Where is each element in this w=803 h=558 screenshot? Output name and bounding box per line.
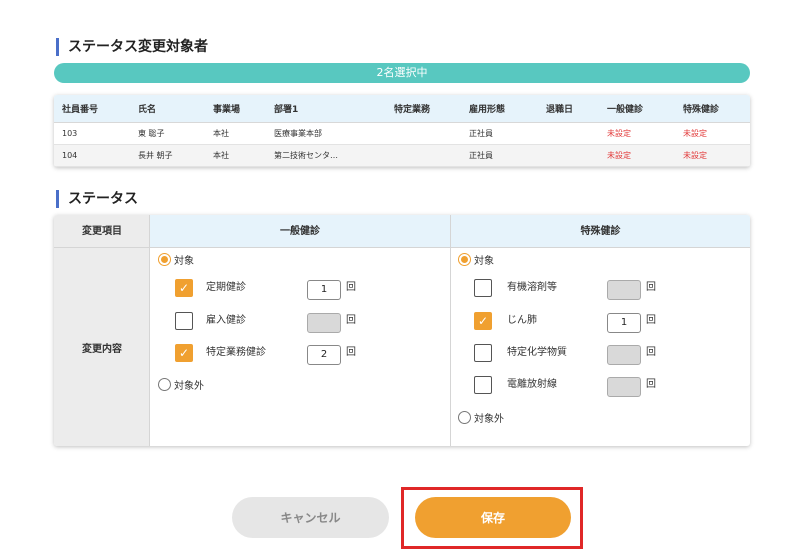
col-header[interactable]: 部署1 <box>266 102 386 115</box>
general-target-radio[interactable]: 対象 <box>158 252 194 267</box>
header-change-item: 変更項目 <box>54 215 150 248</box>
col-header[interactable]: 社員番号 <box>54 102 130 115</box>
checkbox-hiring-checkup[interactable] <box>175 312 193 330</box>
cell-employee-id: 104 <box>62 151 78 160</box>
unit-label: 回 <box>646 347 656 358</box>
count-input-organic-solvents <box>607 280 641 300</box>
col-header[interactable]: 雇用形態 <box>461 102 538 115</box>
count-input-specific-work-checkup[interactable]: 2 <box>307 345 341 365</box>
label-hiring-checkup: 雇入健診 <box>206 315 246 326</box>
label-regular-checkup: 定期健診 <box>206 282 246 293</box>
general-target-label: 対象 <box>174 256 194 267</box>
header-general-checkup: 一般健診 <box>150 215 450 248</box>
col-header[interactable]: 事業場 <box>205 102 266 115</box>
unit-label: 回 <box>346 315 356 326</box>
save-button[interactable]: 保存 <box>415 497 571 538</box>
checkbox-specific-work-checkup[interactable]: ✓ <box>175 344 193 362</box>
radio-unselected-icon <box>158 378 171 391</box>
col-header[interactable]: 特定業務 <box>386 102 461 115</box>
cell-general-status: 未設定 <box>607 151 631 160</box>
count-input-regular-checkup[interactable]: 1 <box>307 280 341 300</box>
section-title-status: ステータス <box>56 190 138 208</box>
checkbox-specified-chemicals[interactable] <box>474 344 492 362</box>
unit-label: 回 <box>646 282 656 293</box>
employee-table: 社員番号 氏名 事業場 部署1 特定業務 雇用形態 退職日 一般健診 特殊健診 … <box>54 95 750 167</box>
label-pneumoconiosis: じん肺 <box>507 315 537 326</box>
radio-unselected-icon <box>458 411 471 424</box>
unit-label: 回 <box>346 282 356 293</box>
general-non-target-label: 対象外 <box>174 381 204 392</box>
checkbox-ionizing-radiation[interactable] <box>474 376 492 394</box>
col-header[interactable]: 特殊健診 <box>675 102 750 115</box>
checkbox-organic-solvents[interactable] <box>474 279 492 297</box>
cell-name: 東 聡子 <box>138 129 165 138</box>
special-non-target-label: 対象外 <box>474 414 504 425</box>
cancel-button[interactable]: キャンセル <box>232 497 389 538</box>
cell-employment-type: 正社員 <box>469 129 493 138</box>
label-organic-solvents: 有機溶剤等 <box>507 282 557 293</box>
column-divider <box>450 215 451 446</box>
section-title-targets: ステータス変更対象者 <box>56 38 208 56</box>
count-input-specified-chemicals <box>607 345 641 365</box>
col-header[interactable]: 一般健診 <box>599 102 675 115</box>
table-row[interactable]: 104 長井 朝子 本社 第二技術センタ… 正社員 未設定 未設定 <box>54 145 750 167</box>
cell-employee-id: 103 <box>62 129 78 138</box>
unit-label: 回 <box>346 347 356 358</box>
checkbox-pneumoconiosis[interactable]: ✓ <box>474 312 492 330</box>
col-header[interactable]: 退職日 <box>538 102 599 115</box>
unit-label: 回 <box>646 379 656 390</box>
special-target-radio[interactable]: 対象 <box>458 252 494 267</box>
label-specified-chemicals: 特定化学物質 <box>507 347 567 358</box>
count-input-ionizing-radiation <box>607 377 641 397</box>
radio-selected-icon <box>158 253 171 266</box>
selected-count-banner: 2名選択中 <box>54 63 750 83</box>
label-ionizing-radiation: 電離放射線 <box>507 379 557 390</box>
header-special-checkup: 特殊健診 <box>451 215 750 248</box>
cell-department: 第二技術センタ… <box>274 151 338 160</box>
checkbox-regular-checkup[interactable]: ✓ <box>175 279 193 297</box>
cell-site: 本社 <box>213 129 229 138</box>
special-target-label: 対象 <box>474 256 494 267</box>
count-input-pneumoconiosis[interactable]: 1 <box>607 313 641 333</box>
cell-employment-type: 正社員 <box>469 151 493 160</box>
cell-name: 長井 朝子 <box>138 151 173 160</box>
cell-special-status: 未設定 <box>683 129 707 138</box>
col-header[interactable]: 氏名 <box>130 102 205 115</box>
cell-department: 医療事業本部 <box>274 129 322 138</box>
label-specific-work-checkup: 特定業務健診 <box>206 347 266 358</box>
status-table: 変更項目 変更内容 一般健診 特殊健診 対象 ✓ 定期健診 1 回 雇入健診 回… <box>54 215 750 446</box>
radio-selected-icon <box>458 253 471 266</box>
general-non-target-radio[interactable]: 対象外 <box>158 377 204 392</box>
unit-label: 回 <box>646 315 656 326</box>
table-row[interactable]: 103 東 聡子 本社 医療事業本部 正社員 未設定 未設定 <box>54 123 750 145</box>
count-input-hiring-checkup <box>307 313 341 333</box>
special-non-target-radio[interactable]: 対象外 <box>458 410 504 425</box>
label-change-content: 変更内容 <box>82 343 122 355</box>
cell-site: 本社 <box>213 151 229 160</box>
table-header-row: 社員番号 氏名 事業場 部署1 特定業務 雇用形態 退職日 一般健診 特殊健診 <box>54 95 750 123</box>
cell-general-status: 未設定 <box>607 129 631 138</box>
cell-special-status: 未設定 <box>683 151 707 160</box>
